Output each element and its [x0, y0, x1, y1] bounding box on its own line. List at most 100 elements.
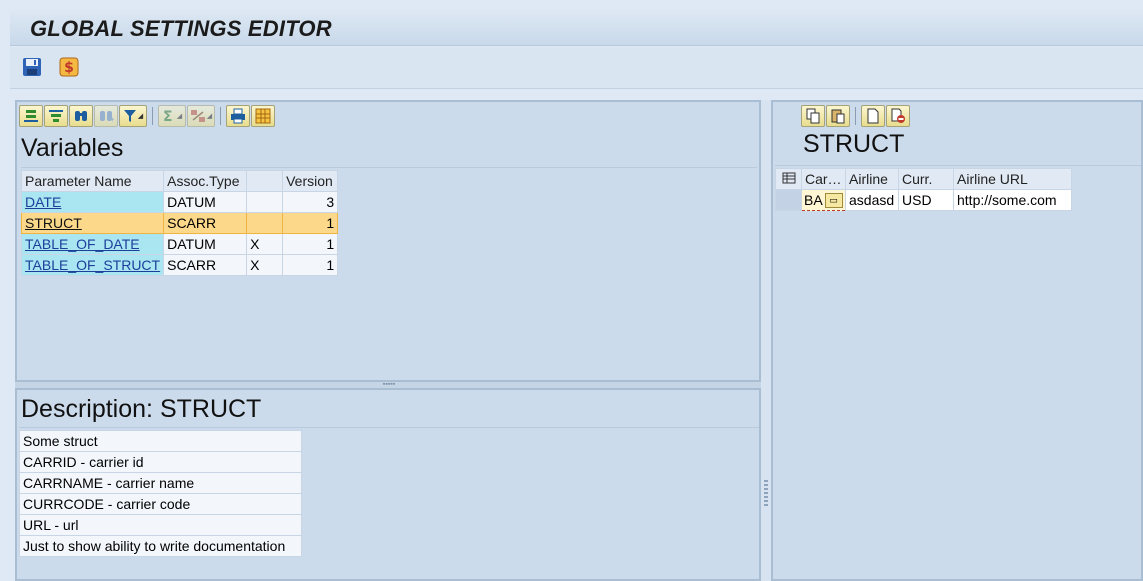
table-flag-cell[interactable]	[246, 212, 284, 234]
airline-cell[interactable]: asdasd	[845, 189, 899, 211]
version-cell[interactable]: 3	[282, 191, 339, 213]
table-flag-cell[interactable]	[246, 191, 284, 213]
table-flag-cell[interactable]: X	[246, 254, 284, 276]
table-header-row: Car… Airline Curr. Airline URL	[775, 168, 1072, 190]
save-icon[interactable]	[21, 56, 43, 78]
toolbar-separator	[152, 107, 153, 125]
struct-title: STRUCT	[803, 130, 905, 158]
column-header-currency[interactable]: Curr.	[898, 168, 954, 190]
list-item: URL - url	[19, 514, 302, 536]
execute-icon[interactable]: $	[58, 56, 80, 78]
table-row[interactable]: BA ▭ asdasd USD http://some.com	[775, 189, 1072, 211]
find-icon[interactable]	[69, 105, 93, 127]
table-row[interactable]: TABLE_OF_DATE DATUM X 1	[20, 233, 339, 255]
svg-text:+: +	[110, 115, 114, 124]
splitter-grip-icon[interactable]: ▪▪▪▪▪	[377, 381, 401, 388]
filter-icon[interactable]	[44, 105, 68, 127]
description-line: CARRID - carrier id	[19, 451, 302, 473]
currency-cell[interactable]: USD	[898, 189, 954, 211]
svg-text:$: $	[64, 60, 74, 76]
title-bar: GLOBAL SETTINGS EDITOR	[10, 9, 1143, 46]
parameter-link[interactable]: DATE	[25, 194, 61, 210]
divider	[775, 165, 1141, 166]
description-line: CARRNAME - carrier name	[19, 472, 302, 494]
list-item: Some struct	[19, 430, 302, 452]
assoc-type-cell[interactable]: SCARR	[163, 254, 248, 276]
version-cell[interactable]: 1	[282, 233, 339, 255]
vertical-splitter[interactable]	[761, 100, 771, 581]
splitter-grip-icon[interactable]	[764, 480, 768, 508]
copy-icon[interactable]	[801, 105, 825, 127]
parameter-name-cell[interactable]: TABLE_OF_DATE	[20, 233, 165, 255]
description-line: CURRCODE - carrier code	[19, 493, 302, 515]
list-item: CARRNAME - carrier name	[19, 472, 302, 494]
parameter-link[interactable]: STRUCT	[25, 215, 82, 231]
parameter-link[interactable]: TABLE_OF_DATE	[25, 236, 140, 252]
column-header-table-flag[interactable]	[246, 170, 284, 192]
row-selector[interactable]	[775, 189, 802, 211]
variables-title: Variables	[21, 134, 124, 162]
sum-icon[interactable]: Σ ◢	[158, 105, 186, 127]
value-help-icon[interactable]: ▭	[824, 193, 843, 209]
parameter-name-cell[interactable]: TABLE_OF_STRUCT	[20, 254, 165, 276]
toolbar-separator	[855, 107, 856, 125]
version-cell[interactable]: 1	[282, 212, 339, 234]
set-filter-icon[interactable]: ◢	[119, 105, 147, 127]
column-header-parameter-name[interactable]: Parameter Name	[20, 170, 165, 192]
description-line: Some struct	[19, 430, 302, 452]
paste-icon[interactable]	[826, 105, 850, 127]
dropdown-arrow-icon: ◢	[176, 113, 183, 120]
divider	[19, 427, 759, 428]
dropdown-arrow-icon: ◢	[137, 113, 144, 120]
svg-text:Σ: Σ	[163, 109, 173, 124]
window-title: GLOBAL SETTINGS EDITOR	[30, 16, 332, 41]
column-header-airline-url[interactable]: Airline URL	[953, 168, 1072, 190]
column-header-airline[interactable]: Airline	[845, 168, 899, 190]
parameter-name-cell[interactable]: DATE	[20, 191, 165, 213]
table-row[interactable]: TABLE_OF_STRUCT SCARR X 1	[20, 254, 339, 276]
column-header-carrier[interactable]: Car…	[801, 168, 846, 190]
list-item: CURRCODE - carrier code	[19, 493, 302, 515]
assoc-type-cell[interactable]: DATUM	[163, 233, 248, 255]
subtotal-icon[interactable]: ◢	[187, 105, 215, 127]
carrier-value[interactable]: BA	[804, 192, 823, 208]
version-cell[interactable]: 1	[282, 254, 339, 276]
delete-row-icon[interactable]	[886, 105, 910, 127]
parameter-name-cell[interactable]: STRUCT	[20, 212, 165, 234]
struct-panel: STRUCT Car… Airline Curr. Airline URL BA…	[771, 100, 1143, 581]
description-line: Just to show ability to write documentat…	[19, 535, 302, 557]
table-flag-cell[interactable]: X	[246, 233, 284, 255]
description-title: Description: STRUCT	[21, 395, 262, 423]
description-line: URL - url	[19, 514, 302, 536]
column-header-assoc-type[interactable]: Assoc.Type	[163, 170, 248, 192]
toolbar-separator	[220, 107, 221, 125]
description-panel: Description: STRUCT Some struct CARRID -…	[15, 388, 761, 581]
description-lines: Some struct CARRID - carrier id CARRNAME…	[19, 430, 302, 557]
assoc-type-cell[interactable]: DATUM	[163, 191, 248, 213]
variables-panel: + ◢ Σ ◢ ◢ Variables Parameter Name Assoc…	[15, 100, 761, 382]
align-bottom-icon[interactable]	[19, 105, 43, 127]
application-toolbar: $	[10, 47, 1143, 89]
variables-table: Parameter Name Assoc.Type Version DATE D…	[20, 170, 339, 276]
variables-toolbar: + ◢ Σ ◢ ◢	[19, 104, 275, 128]
new-row-icon[interactable]	[861, 105, 885, 127]
divider	[21, 167, 757, 168]
carrier-input-cell[interactable]: BA ▭	[801, 189, 846, 211]
layout-icon[interactable]	[251, 105, 275, 127]
table-row-selected[interactable]: STRUCT SCARR 1	[20, 212, 339, 234]
table-header-row: Parameter Name Assoc.Type Version	[20, 170, 339, 192]
parameter-link[interactable]: TABLE_OF_STRUCT	[25, 257, 160, 273]
work-area: + ◢ Σ ◢ ◢ Variables Parameter Name Assoc…	[10, 90, 1143, 581]
find-next-icon[interactable]: +	[94, 105, 118, 127]
print-icon[interactable]	[226, 105, 250, 127]
select-all-icon[interactable]	[775, 168, 802, 190]
table-row[interactable]: DATE DATUM 3	[20, 191, 339, 213]
assoc-type-cell[interactable]: SCARR	[163, 212, 248, 234]
list-item: CARRID - carrier id	[19, 451, 302, 473]
dropdown-arrow-icon: ◢	[206, 113, 213, 120]
column-header-version[interactable]: Version	[282, 170, 339, 192]
list-item: Just to show ability to write documentat…	[19, 535, 302, 557]
struct-table: Car… Airline Curr. Airline URL BA ▭ asdas…	[775, 168, 1072, 211]
struct-toolbar	[801, 104, 910, 128]
airline-url-cell[interactable]: http://some.com	[953, 189, 1072, 211]
